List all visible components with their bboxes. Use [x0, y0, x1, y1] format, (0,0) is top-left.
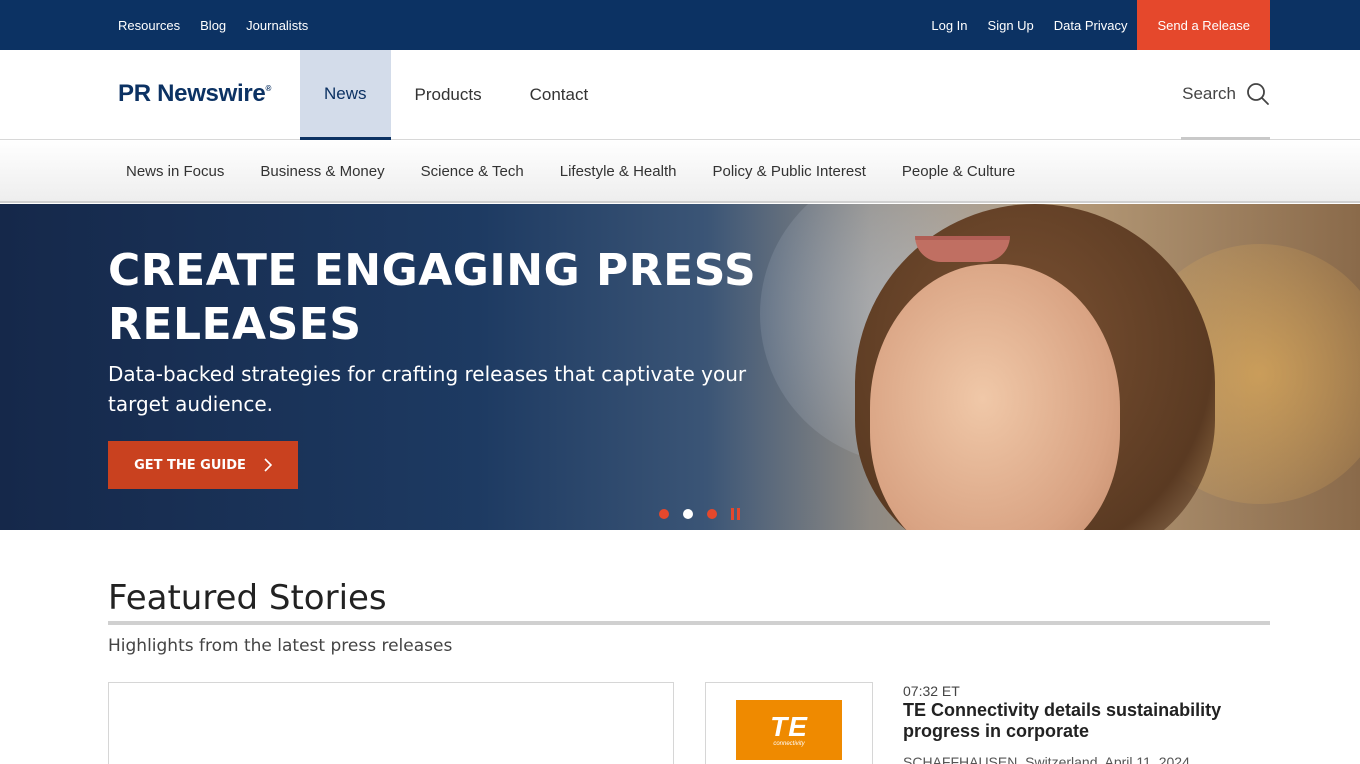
utility-left-links: Resources Blog Journalists: [118, 0, 308, 50]
send-release-button[interactable]: Send a Release: [1137, 0, 1270, 50]
featured-stories-subtitle: Highlights from the latest press release…: [108, 636, 453, 656]
story-timestamp: 07:32 ET: [903, 683, 960, 699]
category-people-culture[interactable]: People & Culture: [884, 163, 1033, 180]
get-the-guide-label: GET THE GUIDE: [134, 457, 246, 473]
login-link[interactable]: Log In: [931, 18, 967, 33]
utility-right-links: Log In Sign Up Data Privacy Send a Relea…: [911, 0, 1270, 50]
carousel-dot-3[interactable]: [707, 509, 717, 519]
story-headline-link[interactable]: TE Connectivity details sustainability p…: [903, 700, 1263, 742]
category-bar: News in Focus Business & Money Science &…: [0, 140, 1360, 203]
nav-news[interactable]: News: [300, 50, 391, 140]
signup-link[interactable]: Sign Up: [988, 18, 1034, 33]
search-button[interactable]: Search: [1181, 50, 1270, 140]
search-icon: [1247, 82, 1269, 105]
story-dateline: SCHAFFHAUSEN, Switzerland, April 11, 202…: [903, 754, 1190, 764]
te-logo-subtext: connectivity: [773, 741, 805, 747]
hero-photo-smile: [915, 236, 1010, 262]
logo-text: PR Newswire: [118, 80, 266, 107]
utility-bar: Resources Blog Journalists Log In Sign U…: [0, 0, 1360, 50]
search-label: Search: [1182, 83, 1236, 103]
hero-title: CREATE ENGAGING PRESS RELEASES: [108, 245, 757, 350]
carousel-controls: [659, 508, 741, 520]
main-header: PR Newswire® News Products Contact Searc…: [0, 50, 1360, 140]
category-links: News in Focus Business & Money Science &…: [108, 140, 1033, 203]
nav-contact[interactable]: Contact: [506, 50, 613, 140]
hero-subtitle: Data-backed strategies for crafting rele…: [108, 362, 747, 416]
category-business-money[interactable]: Business & Money: [242, 163, 402, 180]
pr-newswire-logo[interactable]: PR Newswire®: [118, 80, 271, 108]
data-privacy-link[interactable]: Data Privacy: [1054, 18, 1128, 33]
pause-icon[interactable]: [731, 508, 741, 520]
category-news-in-focus[interactable]: News in Focus: [108, 163, 242, 180]
story-logo-card[interactable]: TE connectivity: [705, 682, 873, 764]
category-policy-public-interest[interactable]: Policy & Public Interest: [694, 163, 883, 180]
carousel-dot-1[interactable]: [659, 509, 669, 519]
featured-divider: [108, 621, 1270, 625]
te-logo-text: TE: [770, 711, 808, 742]
featured-story-card-large[interactable]: [108, 682, 674, 764]
logo-registered-mark: ®: [265, 84, 272, 93]
category-science-tech[interactable]: Science & Tech: [403, 163, 542, 180]
carousel-dot-2[interactable]: [683, 509, 693, 519]
utility-link-journalists[interactable]: Journalists: [246, 18, 308, 33]
utility-link-blog[interactable]: Blog: [200, 18, 226, 33]
category-lifestyle-health[interactable]: Lifestyle & Health: [542, 163, 695, 180]
utility-link-resources[interactable]: Resources: [118, 18, 180, 33]
hero-photo-face: [870, 264, 1120, 530]
te-connectivity-logo: TE connectivity: [736, 700, 842, 760]
featured-stories-title: Featured Stories: [108, 578, 387, 618]
nav-products[interactable]: Products: [391, 50, 506, 140]
chevron-right-icon: [264, 458, 272, 472]
get-the-guide-button[interactable]: GET THE GUIDE: [108, 441, 298, 489]
primary-nav: News Products Contact: [300, 50, 612, 140]
